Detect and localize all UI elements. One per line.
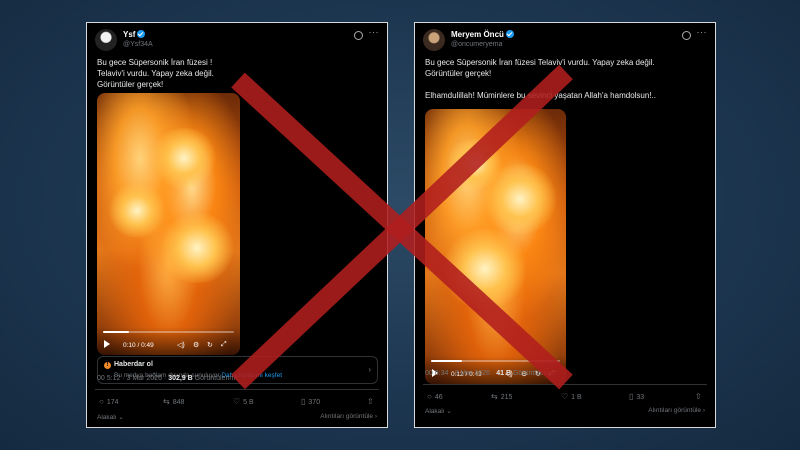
avatar[interactable]	[95, 29, 117, 51]
loop-icon[interactable]: ↻	[207, 341, 213, 349]
post-text: Bu gece Süpersonik İran füzesi Telaviv'i…	[425, 57, 705, 101]
bookmark-button[interactable]: ▯ 370	[301, 397, 320, 406]
view-count: 41 B	[496, 370, 512, 377]
display-name[interactable]: Meryem Öncü	[451, 30, 514, 39]
view-quotes-link[interactable]: Alıntıları görüntüle ›	[320, 413, 377, 420]
video-progress-fill	[103, 331, 130, 333]
post-text: Bu gece Süpersonik İran füzesi ! Telaviv…	[97, 57, 377, 90]
user-handle[interactable]: @Ysf34A	[123, 41, 153, 48]
user-handle[interactable]: @oncumeryema	[451, 41, 502, 48]
volume-icon[interactable]: ◁)	[177, 341, 185, 349]
repost-button[interactable]: ⇆ 848	[163, 397, 184, 406]
relevant-menu[interactable]: Alakalı ⌄	[97, 413, 124, 421]
bookmark-icon: ▯	[629, 392, 634, 401]
post-text-line: Elhamdulillah! Müminlere bu sevinci yaşa…	[425, 91, 656, 100]
video-player[interactable]: 0:12 / 0:49 ◁) ⚙ ↻ ⤢	[425, 109, 566, 384]
post-text-line: Bu gece Süpersonik İran füzesi !	[97, 58, 213, 67]
expand-icon[interactable]: ⤢	[221, 341, 227, 349]
repost-icon: ⇆	[491, 392, 498, 401]
divider	[423, 384, 707, 385]
reply-button[interactable]: ○ 174	[99, 397, 119, 406]
like-button[interactable]: ♡ 1 B	[561, 392, 582, 401]
play-icon[interactable]	[104, 340, 110, 348]
post-meta: 00 6:34 · 3 Mar 2026 · 41 B Görüntülenme	[425, 370, 558, 377]
repost-icon: ⇆	[163, 397, 170, 406]
action-bar: ○ 174 ⇆ 848 ♡ 5 B ▯ 370 ⇧	[97, 397, 377, 409]
video-progress-bar[interactable]	[103, 331, 234, 333]
verified-badge-icon	[137, 30, 146, 38]
post-text-line: Görüntüler gerçek!	[97, 80, 164, 89]
notice-title: Haberdar ol	[114, 361, 153, 368]
grok-icon[interactable]	[354, 31, 363, 40]
verified-badge-icon	[505, 30, 514, 38]
video-player[interactable]: 0:10 / 0:49 ◁) ⚙ ↻ ⤢	[97, 93, 240, 355]
video-time: 0:10 / 0:49	[123, 342, 154, 349]
bookmark-button[interactable]: ▯ 33	[629, 392, 644, 401]
right-post-screenshot: Meryem Öncü @oncumeryema ··· Bu gece Süp…	[414, 22, 716, 428]
reply-icon: ○	[99, 397, 104, 406]
grok-icon[interactable]	[682, 31, 691, 40]
left-post-screenshot: Ysf @Ysf34A ··· Bu gece Süpersonik İran …	[86, 22, 388, 428]
settings-icon[interactable]: ⚙	[193, 341, 199, 349]
relevant-menu[interactable]: Alakalı ⌄	[425, 407, 452, 415]
share-icon: ⇧	[367, 397, 374, 406]
post-header: Meryem Öncü @oncumeryema ···	[423, 27, 708, 55]
chevron-right-icon: ›	[368, 365, 371, 374]
reply-icon: ○	[427, 392, 432, 401]
divider	[95, 389, 379, 390]
post-text-line: Telaviv'i vurdu. Yapay zeka değil.	[97, 69, 214, 78]
info-icon: !	[104, 362, 111, 369]
avatar[interactable]	[423, 29, 445, 51]
bookmark-icon: ▯	[301, 397, 306, 406]
share-button[interactable]: ⇧	[695, 392, 705, 401]
video-progress-fill	[431, 360, 462, 362]
like-icon: ♡	[233, 397, 241, 406]
more-icon[interactable]: ···	[697, 27, 708, 37]
view-count: 302,9 B	[168, 375, 193, 382]
like-button[interactable]: ♡ 5 B	[233, 397, 254, 406]
action-bar: ○ 46 ⇆ 215 ♡ 1 B ▯ 33 ⇧	[425, 392, 705, 404]
post-meta: 00 5:12 · 3 Mar 2026 · 302,9 B Görüntüle…	[97, 375, 240, 382]
share-icon: ⇧	[695, 392, 702, 401]
post-header: Ysf @Ysf34A ···	[95, 27, 380, 55]
video-progress-bar[interactable]	[431, 360, 560, 362]
share-button[interactable]: ⇧	[367, 397, 377, 406]
more-icon[interactable]: ···	[369, 27, 380, 37]
reply-button[interactable]: ○ 46	[427, 392, 443, 401]
like-icon: ♡	[561, 392, 569, 401]
repost-button[interactable]: ⇆ 215	[491, 392, 512, 401]
display-name[interactable]: Ysf	[123, 30, 146, 39]
post-text-line: Bu gece Süpersonik İran füzesi Telaviv'i…	[425, 58, 655, 67]
view-quotes-link[interactable]: Alıntıları görüntüle ›	[648, 407, 705, 414]
post-text-line: Görüntüler gerçek!	[425, 69, 492, 78]
